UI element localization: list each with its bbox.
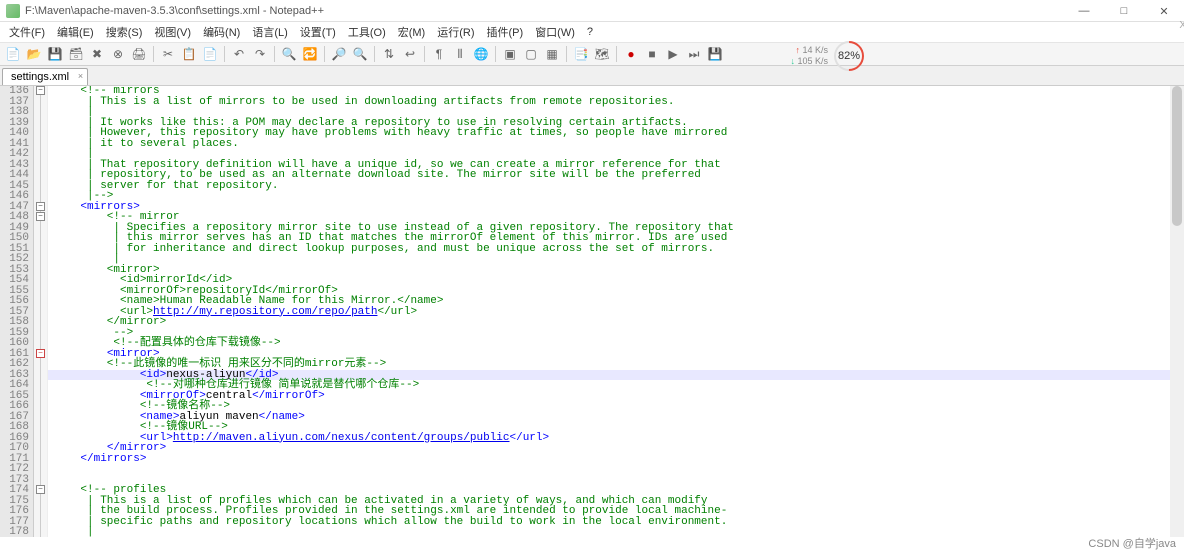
editor[interactable]: 1361371381391401411421431441451461471481… <box>0 86 1184 537</box>
menu-item[interactable]: 工具(O) <box>342 22 392 42</box>
menu-item[interactable]: ? <box>581 24 599 40</box>
code-line[interactable]: | it to several places. <box>54 139 1184 150</box>
code-line[interactable]: <mirrors> <box>54 202 1184 213</box>
wrap-icon[interactable]: ↩ <box>401 45 419 63</box>
zoom-in-icon[interactable]: 🔎 <box>330 45 348 63</box>
sync-scroll-icon[interactable]: ⇅ <box>380 45 398 63</box>
menu-item[interactable]: 宏(M) <box>392 22 432 42</box>
menu-bar: 文件(F)编辑(E)搜索(S)视图(V)编码(N)语言(L)设置(T)工具(O)… <box>0 22 1184 42</box>
find-icon[interactable]: 🔍 <box>280 45 298 63</box>
code-line[interactable]: | This is a list of mirrors to be used i… <box>54 97 1184 108</box>
lang-icon[interactable]: 🌐 <box>472 45 490 63</box>
close-button[interactable]: ✕ <box>1144 0 1184 22</box>
save-macro-icon[interactable]: 💾 <box>706 45 724 63</box>
minimize-button[interactable]: — <box>1064 0 1104 22</box>
tab-bar: settings.xml <box>0 66 1184 86</box>
unfold-icon[interactable]: ▢ <box>522 45 540 63</box>
menu-item[interactable]: 设置(T) <box>294 22 342 42</box>
open-file-icon[interactable]: 📂 <box>25 45 43 63</box>
maximize-button[interactable]: □ <box>1104 0 1144 22</box>
code-line[interactable]: </mirror> <box>54 443 1184 454</box>
menu-item[interactable]: 编码(N) <box>197 22 246 42</box>
code-line[interactable] <box>54 475 1184 486</box>
menu-item[interactable]: 运行(R) <box>431 22 480 42</box>
fold-gutter[interactable]: −−−−− <box>34 86 48 537</box>
menu-item[interactable]: 文件(F) <box>3 22 51 42</box>
save-icon[interactable]: 💾 <box>46 45 64 63</box>
menu-item[interactable]: 编辑(E) <box>51 22 100 42</box>
fold-toggle[interactable]: − <box>36 349 45 358</box>
zoom-out-icon[interactable]: 🔍 <box>351 45 369 63</box>
code-line[interactable]: |--> <box>54 191 1184 202</box>
replace-icon[interactable]: 🔁 <box>301 45 319 63</box>
code-line[interactable]: <url>http://my.repository.com/repo/path<… <box>54 307 1184 318</box>
copy-icon[interactable]: 📋 <box>180 45 198 63</box>
code-line[interactable]: | <box>54 527 1184 537</box>
window-title: F:\Maven\apache-maven-3.5.3\conf\setting… <box>25 5 324 17</box>
speed-circle: 82% <box>828 35 870 77</box>
menu-item[interactable]: 搜索(S) <box>100 22 149 42</box>
title-bar: F:\Maven\apache-maven-3.5.3\conf\setting… <box>0 0 1184 22</box>
scrollbar-thumb[interactable] <box>1172 86 1182 226</box>
fold-icon[interactable]: ▣ <box>501 45 519 63</box>
code-line[interactable]: </mirror> <box>54 317 1184 328</box>
code-line[interactable] <box>54 464 1184 475</box>
upload-rate: 14 K/s <box>790 45 828 56</box>
cut-icon[interactable]: ✂ <box>159 45 177 63</box>
code-line[interactable]: <!--配置具体的仓库下载镜像--> <box>54 338 1184 349</box>
stop-icon[interactable]: ■ <box>643 45 661 63</box>
fold-toggle[interactable]: − <box>36 202 45 211</box>
fold-toggle[interactable]: − <box>36 485 45 494</box>
menu-item[interactable]: 视图(V) <box>148 22 197 42</box>
show-chars-icon[interactable]: ¶ <box>430 45 448 63</box>
indent-guide-icon[interactable]: ⫴ <box>451 45 469 63</box>
menu-item[interactable]: 窗口(W) <box>529 22 581 42</box>
fold-toggle[interactable]: − <box>36 212 45 221</box>
download-rate: 105 K/s <box>790 56 828 67</box>
code-line[interactable]: | <box>54 254 1184 265</box>
toolbar: 📄 📂 💾 🗃 ✖ ⊗ 🖨 ✂ 📋 📄 ↶ ↷ 🔍 🔁 🔎 🔍 ⇅ ↩ ¶ ⫴ … <box>0 42 1184 66</box>
code-line[interactable]: | specific paths and repository location… <box>54 517 1184 528</box>
line-number-gutter: 1361371381391401411421431441451461471481… <box>0 86 34 537</box>
code-line[interactable]: </mirrors> <box>54 454 1184 465</box>
code-line[interactable]: | for inheritance and direct lookup purp… <box>54 244 1184 255</box>
play-icon[interactable]: ▶ <box>664 45 682 63</box>
redo-icon[interactable]: ↷ <box>251 45 269 63</box>
print-icon[interactable]: 🖨 <box>130 45 148 63</box>
watermark: CSDN @自学java <box>1088 535 1176 551</box>
paste-icon[interactable]: 📄 <box>201 45 219 63</box>
fold-toggle[interactable]: − <box>36 86 45 95</box>
vertical-scrollbar[interactable] <box>1170 86 1184 537</box>
app-icon <box>6 4 20 18</box>
doc-map-icon[interactable]: 🗺 <box>593 45 611 63</box>
play-multi-icon[interactable]: ⏭ <box>685 45 703 63</box>
file-tab[interactable]: settings.xml <box>2 68 88 85</box>
close-all-icon[interactable]: ⊗ <box>109 45 127 63</box>
code-line[interactable]: <url>http://maven.aliyun.com/nexus/conte… <box>54 433 1184 444</box>
code-line[interactable]: | server for that repository. <box>54 181 1184 192</box>
record-icon[interactable]: ● <box>622 45 640 63</box>
close-file-icon[interactable]: ✖ <box>88 45 106 63</box>
fold-all-icon[interactable]: ▦ <box>543 45 561 63</box>
code-area[interactable]: <!-- mirrors | This is a list of mirrors… <box>48 86 1184 537</box>
close-session-x[interactable]: X <box>1179 20 1184 31</box>
menu-item[interactable]: 语言(L) <box>246 22 293 42</box>
save-all-icon[interactable]: 🗃 <box>67 45 85 63</box>
undo-icon[interactable]: ↶ <box>230 45 248 63</box>
new-file-icon[interactable]: 📄 <box>4 45 22 63</box>
menu-item[interactable]: 插件(P) <box>481 22 530 42</box>
speed-widget: 14 K/s 105 K/s 82% <box>790 41 864 71</box>
func-list-icon[interactable]: 📑 <box>572 45 590 63</box>
